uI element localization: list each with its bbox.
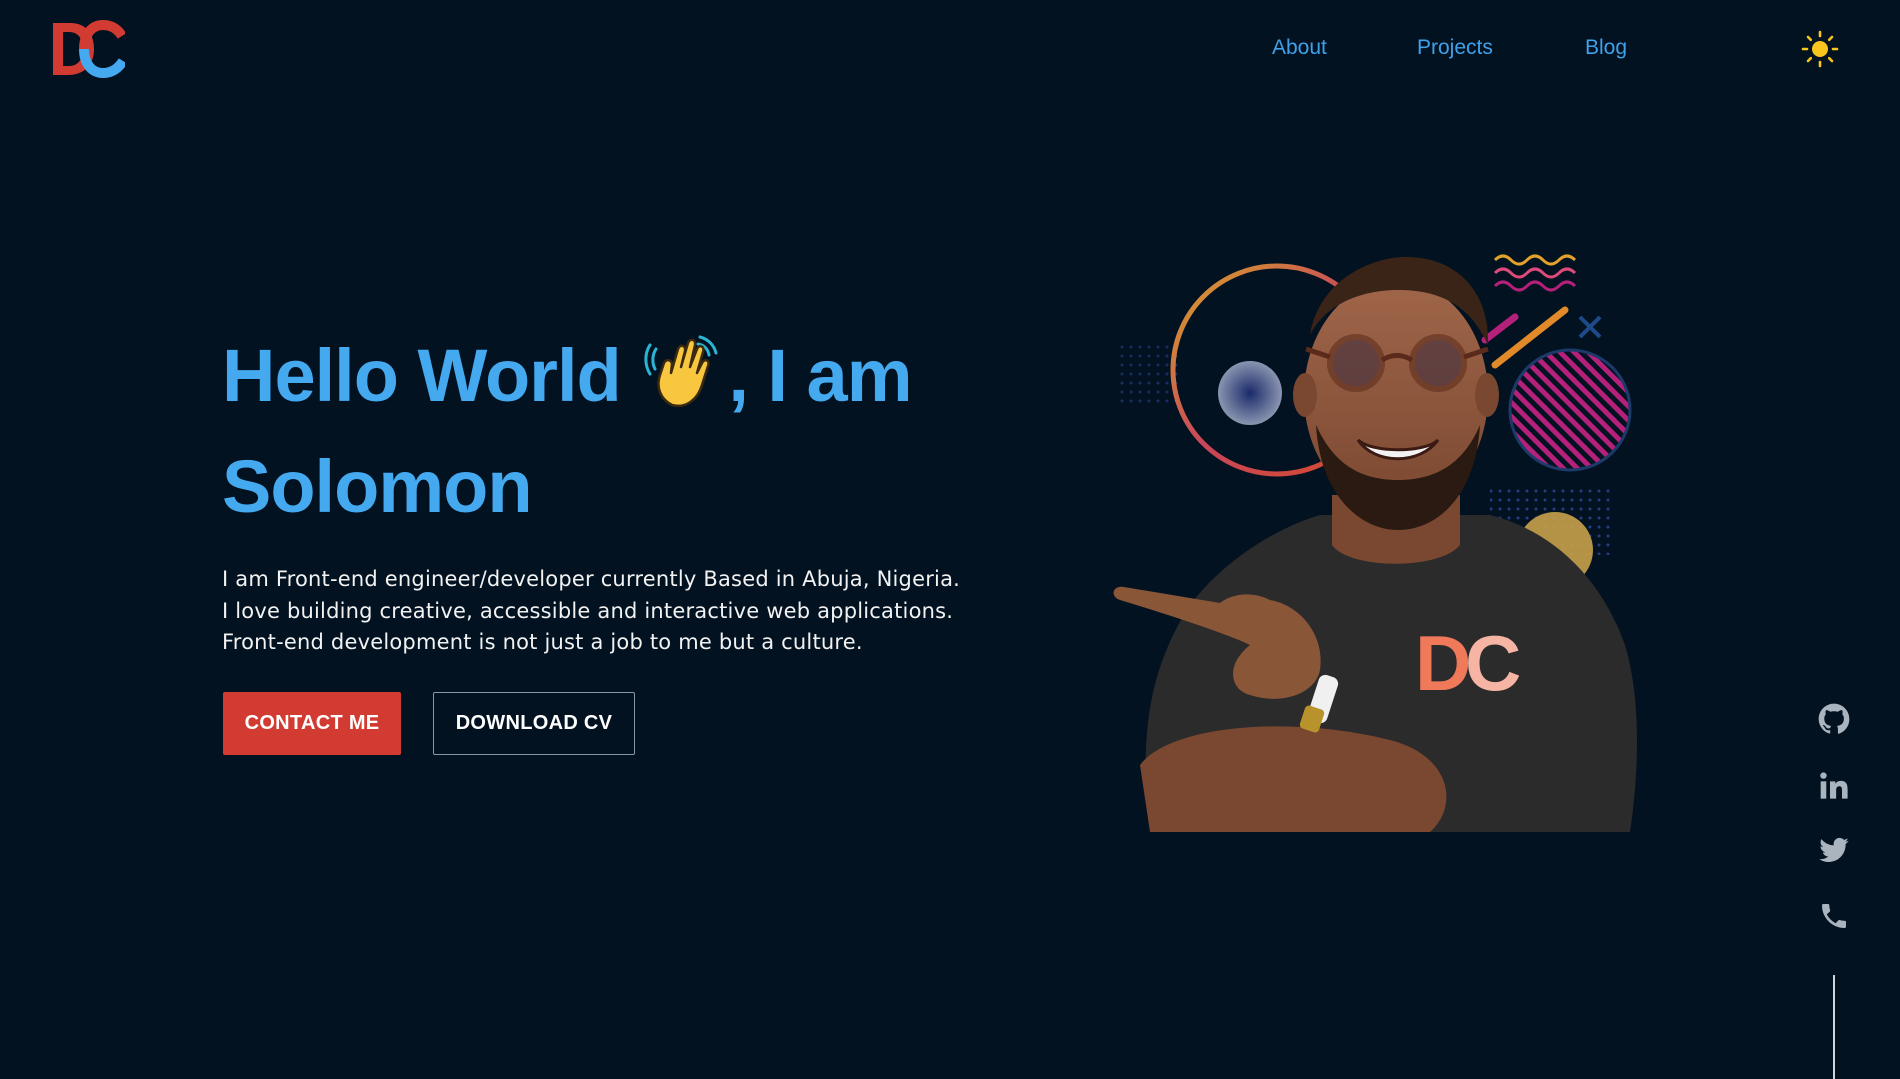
profile-photo: D C: [1113, 254, 1637, 832]
linkedin-icon: [1820, 772, 1848, 799]
hero-description-line: Front-end development is not just a job …: [222, 630, 863, 654]
phone-icon: [1822, 904, 1846, 928]
phone-link[interactable]: [1818, 900, 1850, 932]
page: About Projects Blog Hello World , I am S…: [0, 0, 1900, 1079]
svg-text:D: D: [1415, 619, 1471, 707]
svg-text:C: C: [1465, 619, 1521, 707]
nav-blog-link[interactable]: Blog: [1585, 36, 1627, 60]
twitter-link[interactable]: [1818, 834, 1850, 866]
social-divider-line: [1833, 975, 1835, 1079]
twitter-icon: [1819, 837, 1849, 862]
contact-me-button[interactable]: CONTACT ME: [223, 692, 401, 755]
hero-title: Hello World , I am Solomon: [222, 320, 962, 542]
sun-icon[interactable]: [1801, 30, 1839, 68]
dc-logo[interactable]: [50, 20, 125, 78]
github-icon: [1818, 703, 1850, 734]
linkedin-link[interactable]: [1818, 770, 1850, 802]
waving-hand-icon: [644, 335, 718, 408]
hero-description: I am Front-end engineer/developer curren…: [222, 564, 962, 659]
hero-title-greeting: Hello World: [222, 334, 641, 417]
github-link[interactable]: [1818, 703, 1850, 735]
nav-projects-link[interactable]: Projects: [1417, 36, 1493, 60]
hero-description-line: I love building creative, accessible and…: [222, 598, 954, 623]
download-cv-button[interactable]: DOWNLOAD CV: [433, 692, 635, 755]
hero-description-line: I am Front-end engineer/developer curren…: [222, 567, 961, 591]
nav-about-link[interactable]: About: [1272, 36, 1327, 60]
